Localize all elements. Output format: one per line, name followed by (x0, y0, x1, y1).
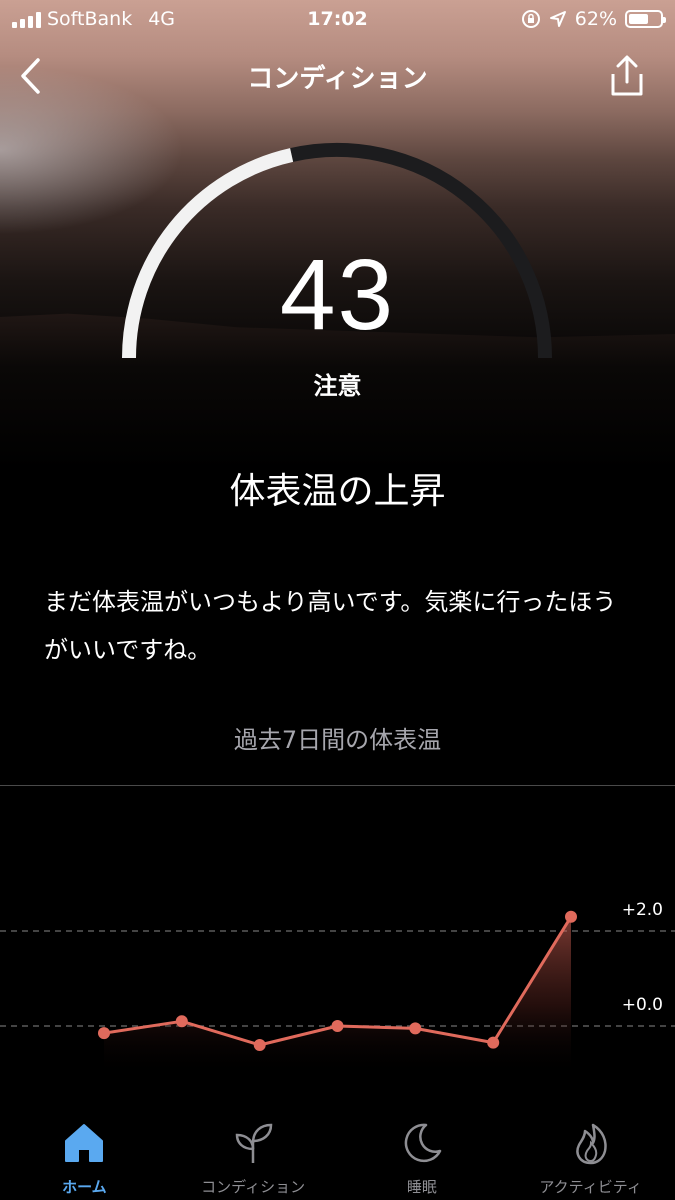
y-tick-label: +2.0 (622, 900, 663, 920)
tab-activity[interactable]: アクティビティ (506, 1110, 675, 1200)
condition-score: 43 (279, 239, 396, 351)
tab-bar: ホーム コンディション 睡眠 アクティビティ (0, 1110, 675, 1200)
data-point (98, 1027, 110, 1040)
tab-activity-label: アクティビティ (539, 1178, 642, 1196)
condition-status: 注意 (313, 372, 362, 400)
home-icon (61, 1120, 107, 1166)
condition-headline: 体表温の上昇 (229, 471, 446, 512)
data-point (409, 1022, 422, 1035)
data-point (565, 910, 577, 923)
data-point (331, 1020, 344, 1032)
series-area (104, 916, 571, 1076)
tab-home[interactable]: ホーム (0, 1110, 169, 1200)
flame-icon (568, 1120, 614, 1166)
sprout-icon (230, 1120, 276, 1166)
chart-section-title: 過去7日間の体表温 (233, 726, 442, 754)
tab-sleep[interactable]: 睡眠 (338, 1110, 507, 1200)
tab-home-label: ホーム (62, 1178, 107, 1196)
y-tick-label: +0.0 (622, 995, 663, 1015)
data-point (487, 1036, 500, 1049)
temperature-chart: +2.0 +0.0 (0, 900, 675, 1076)
condition-description: まだ体表温がいつもより高いです。気楽に行ったほうがいいですね。 (44, 588, 617, 664)
data-point (175, 1015, 188, 1028)
moon-icon (399, 1120, 445, 1166)
tab-condition-label: コンディション (201, 1178, 306, 1196)
data-point (253, 1039, 266, 1051)
tab-condition[interactable]: コンディション (169, 1110, 338, 1200)
tab-sleep-label: 睡眠 (406, 1178, 437, 1196)
